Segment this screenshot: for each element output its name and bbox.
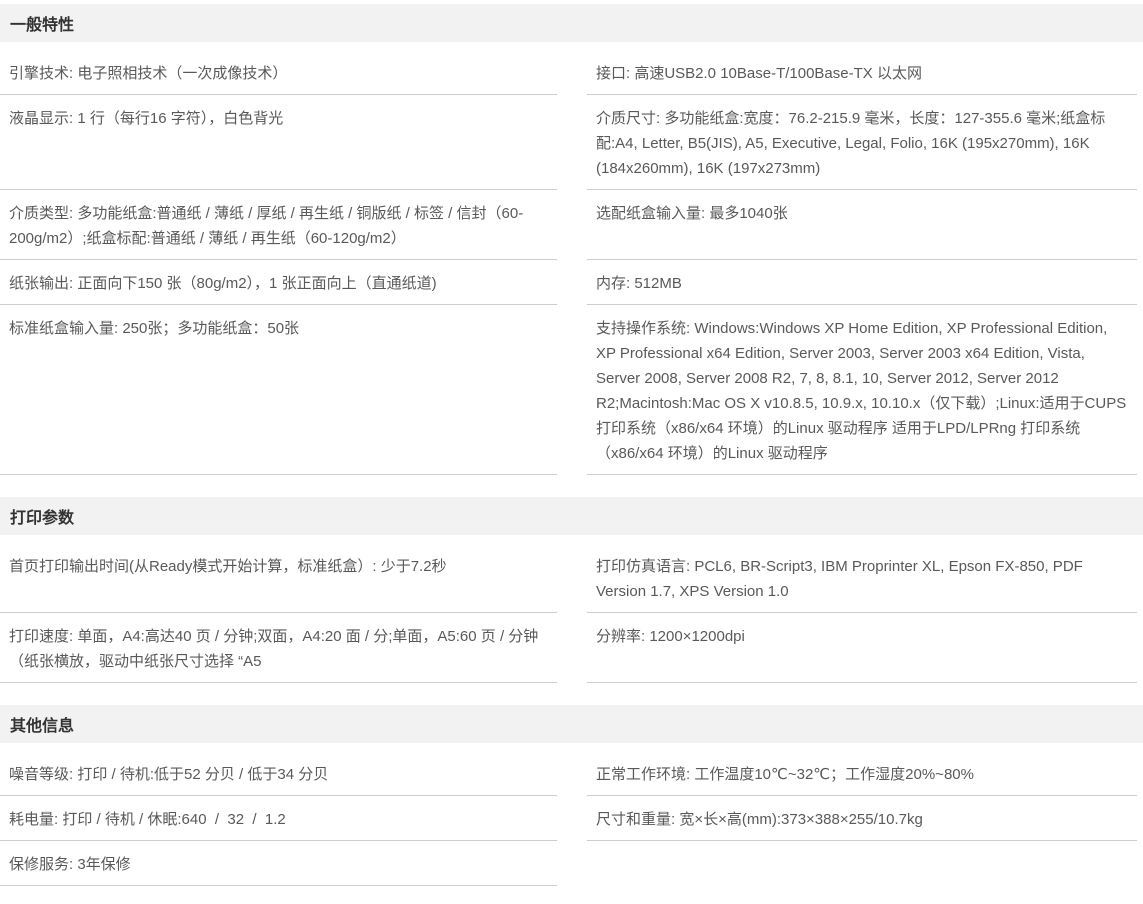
section-title-bar: 其他信息 <box>0 705 1143 743</box>
section-title: 一般特性 <box>10 11 74 35</box>
spec-row: 打印速度: 单面，A4:高达40 页 / 分钟;双面，A4:20 面 / 分;单… <box>0 613 1143 683</box>
spec-paper-output: 纸张输出: 正面向下150 张（80g/m2），1 张正面向上（直通纸道) <box>0 260 557 305</box>
spec-row: 保修服务: 3年保修 <box>0 841 1143 886</box>
spec-warranty: 保修服务: 3年保修 <box>0 841 557 886</box>
section-print-parameters: 打印参数 首页打印输出时间(从Ready模式开始计算，标准纸盒）: 少于7.2秒… <box>0 497 1143 683</box>
spec-operating-environment: 正常工作环境: 工作温度10℃~32℃；工作湿度20%~80% <box>587 751 1137 796</box>
spec-interface: 接口: 高速USB2.0 10Base-T/100Base-TX 以太网 <box>587 50 1137 95</box>
spec-dimensions-weight: 尺寸和重量: 宽×长×高(mm):373×388×255/10.7kg <box>587 796 1137 841</box>
spec-empty-cell <box>587 841 1137 886</box>
spec-memory: 内存: 512MB <box>587 260 1137 305</box>
spec-row: 首页打印输出时间(从Ready模式开始计算，标准纸盒）: 少于7.2秒 打印仿真… <box>0 543 1143 613</box>
spec-optional-tray-capacity: 选配纸盒输入量: 最多1040张 <box>587 190 1137 260</box>
spec-row: 液晶显示: 1 行（每行16 字符），白色背光 介质尺寸: 多功能纸盒:宽度：7… <box>0 95 1143 190</box>
spec-resolution: 分辨率: 1200×1200dpi <box>587 613 1137 683</box>
section-title-bar: 一般特性 <box>0 4 1143 42</box>
spec-media-type: 介质类型: 多功能纸盒:普通纸 / 薄纸 / 厚纸 / 再生纸 / 铜版纸 / … <box>0 190 557 260</box>
printer-spec-page: 一般特性 引擎技术: 电子照相技术（一次成像技术） 接口: 高速USB2.0 1… <box>0 0 1143 900</box>
spec-row: 标准纸盒输入量: 250张；多功能纸盒：50张 支持操作系统: Windows:… <box>0 305 1143 475</box>
section-general-features: 一般特性 引擎技术: 电子照相技术（一次成像技术） 接口: 高速USB2.0 1… <box>0 4 1143 475</box>
spec-media-size: 介质尺寸: 多功能纸盒:宽度：76.2-215.9 毫米，长度：127-355.… <box>587 95 1137 190</box>
section-other-info: 其他信息 噪音等级: 打印 / 待机:低于52 分贝 / 低于34 分贝 正常工… <box>0 705 1143 886</box>
spec-row: 引擎技术: 电子照相技术（一次成像技术） 接口: 高速USB2.0 10Base… <box>0 50 1143 95</box>
spec-power-consumption: 耗电量: 打印 / 待机 / 休眠:640 / 32 / 1.2 <box>0 796 557 841</box>
spec-row: 噪音等级: 打印 / 待机:低于52 分贝 / 低于34 分贝 正常工作环境: … <box>0 751 1143 796</box>
spec-row: 介质类型: 多功能纸盒:普通纸 / 薄纸 / 厚纸 / 再生纸 / 铜版纸 / … <box>0 190 1143 260</box>
spec-lcd-display: 液晶显示: 1 行（每行16 字符），白色背光 <box>0 95 557 190</box>
section-title: 打印参数 <box>10 504 74 528</box>
spec-row: 耗电量: 打印 / 待机 / 休眠:640 / 32 / 1.2 尺寸和重量: … <box>0 796 1143 841</box>
section-title-bar: 打印参数 <box>0 497 1143 535</box>
section-rows: 首页打印输出时间(从Ready模式开始计算，标准纸盒）: 少于7.2秒 打印仿真… <box>0 543 1143 683</box>
section-rows: 噪音等级: 打印 / 待机:低于52 分贝 / 低于34 分贝 正常工作环境: … <box>0 751 1143 886</box>
spec-supported-os: 支持操作系统: Windows:Windows XP Home Edition,… <box>587 305 1137 475</box>
spec-noise-level: 噪音等级: 打印 / 待机:低于52 分贝 / 低于34 分贝 <box>0 751 557 796</box>
spec-row: 纸张输出: 正面向下150 张（80g/m2），1 张正面向上（直通纸道) 内存… <box>0 260 1143 305</box>
section-title: 其他信息 <box>10 712 74 736</box>
spec-standard-tray-capacity: 标准纸盒输入量: 250张；多功能纸盒：50张 <box>0 305 557 475</box>
spec-emulation-languages: 打印仿真语言: PCL6, BR-Script3, IBM Proprinter… <box>587 543 1137 613</box>
section-rows: 引擎技术: 电子照相技术（一次成像技术） 接口: 高速USB2.0 10Base… <box>0 50 1143 475</box>
spec-first-print-time: 首页打印输出时间(从Ready模式开始计算，标准纸盒）: 少于7.2秒 <box>0 543 557 613</box>
spec-engine-technology: 引擎技术: 电子照相技术（一次成像技术） <box>0 50 557 95</box>
spec-print-speed: 打印速度: 单面，A4:高达40 页 / 分钟;双面，A4:20 面 / 分;单… <box>0 613 557 683</box>
